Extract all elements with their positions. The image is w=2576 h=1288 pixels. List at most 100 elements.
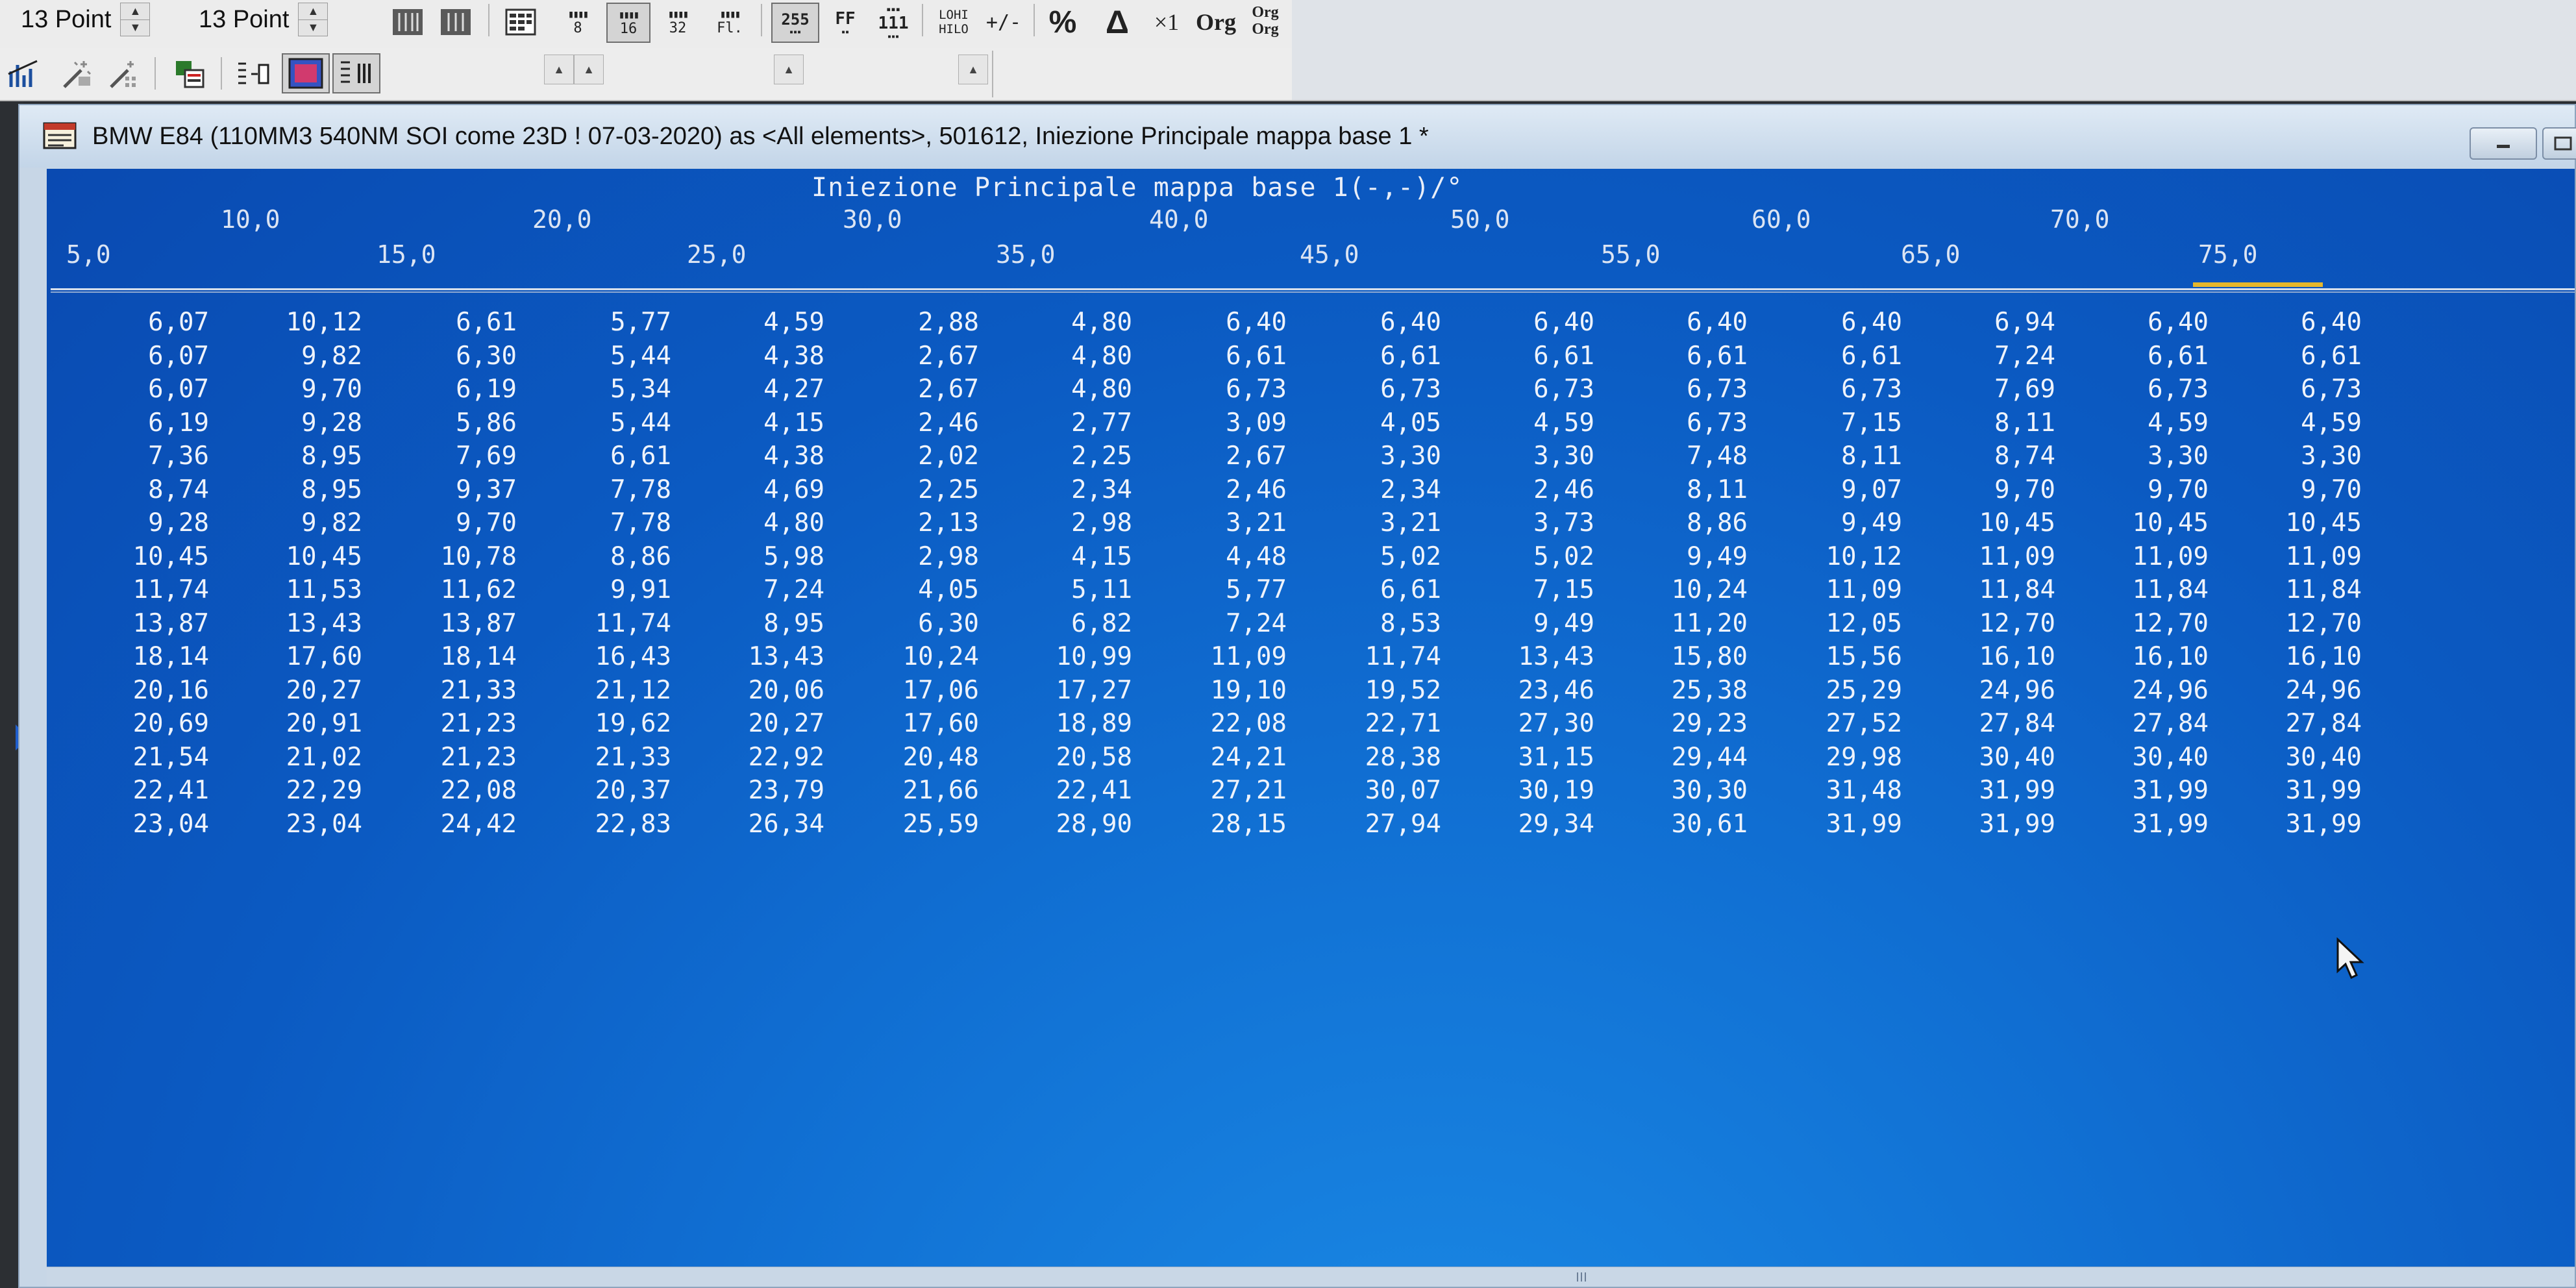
map-cell[interactable]: 10,45 xyxy=(105,542,209,571)
map-cell[interactable]: 11,09 xyxy=(1951,542,2055,571)
map-cell[interactable]: 28,90 xyxy=(1028,810,1132,839)
map-cell[interactable]: 23,04 xyxy=(105,810,209,839)
bit32-button[interactable]: ▮▮▮▮ 32 xyxy=(657,3,699,42)
map-cell[interactable]: 9,49 xyxy=(1798,508,1902,538)
map-cell[interactable]: 4,48 xyxy=(1183,542,1287,571)
map-cell[interactable]: 6,94 xyxy=(1951,308,2055,337)
map-cell[interactable]: 8,86 xyxy=(567,542,671,571)
map-cell[interactable]: 6,73 xyxy=(1491,375,1594,404)
map-cell[interactable]: 7,48 xyxy=(1644,441,1748,471)
map-cell[interactable]: 9,70 xyxy=(1951,475,2055,504)
map-cell[interactable]: 23,46 xyxy=(1491,676,1594,705)
column-view-icon[interactable] xyxy=(332,53,380,93)
map-cell[interactable]: 6,19 xyxy=(413,375,517,404)
map-cell[interactable]: 31,99 xyxy=(1951,810,2055,839)
map-cell[interactable]: 8,11 xyxy=(1644,475,1748,504)
map-cell[interactable]: 6,40 xyxy=(2258,308,2362,337)
map-cell[interactable]: 11,53 xyxy=(258,575,362,604)
map-cell[interactable]: 11,09 xyxy=(2105,542,2209,571)
map-cell[interactable]: 8,11 xyxy=(1951,408,2055,438)
map-cell[interactable]: 30,40 xyxy=(1951,743,2055,772)
map-cell[interactable]: 8,95 xyxy=(721,609,824,638)
map-cell[interactable]: 9,37 xyxy=(413,475,517,504)
map-cell[interactable]: 29,44 xyxy=(1644,743,1748,772)
map-cell[interactable]: 18,14 xyxy=(413,642,517,671)
map-cell[interactable]: 11,20 xyxy=(1644,609,1748,638)
map-cell[interactable]: 29,98 xyxy=(1798,743,1902,772)
map-cell[interactable]: 16,43 xyxy=(567,642,671,671)
grid-view-icon[interactable] xyxy=(388,3,427,42)
bit8-button[interactable]: ▮▮▮▮ 8 xyxy=(557,3,599,42)
map-cell[interactable]: 6,73 xyxy=(1644,408,1748,438)
hex-button[interactable]: FF ▪▪ xyxy=(824,3,866,42)
map-cell[interactable]: 3,21 xyxy=(1183,508,1287,538)
map-cell[interactable]: 15,80 xyxy=(1644,642,1748,671)
map-cell[interactable]: 27,84 xyxy=(1951,709,2055,738)
map-cell[interactable]: 21,33 xyxy=(413,676,517,705)
map-cell[interactable]: 10,45 xyxy=(2105,508,2209,538)
map-cell[interactable]: 7,69 xyxy=(1951,375,2055,404)
map-cell[interactable]: 3,30 xyxy=(2105,441,2209,471)
map-cell[interactable]: 22,08 xyxy=(413,776,517,805)
map-cell[interactable]: 19,10 xyxy=(1183,676,1287,705)
map-cell[interactable]: 20,27 xyxy=(258,676,362,705)
map-cell[interactable]: 30,30 xyxy=(1644,776,1748,805)
map-cell[interactable]: 12,05 xyxy=(1798,609,1902,638)
map-cell[interactable]: 6,82 xyxy=(1028,609,1132,638)
map-cell[interactable]: 30,19 xyxy=(1491,776,1594,805)
magic-wand-icon[interactable] xyxy=(56,55,96,93)
map-cell[interactable]: 9,82 xyxy=(258,341,362,371)
map-cell[interactable]: 21,54 xyxy=(105,743,209,772)
map-cell[interactable]: 3,21 xyxy=(1337,508,1441,538)
factor-button[interactable]: ×1 xyxy=(1146,3,1187,42)
map-cell[interactable]: 30,07 xyxy=(1337,776,1441,805)
map-cell[interactable]: 7,69 xyxy=(413,441,517,471)
map-cell[interactable]: 3,09 xyxy=(1183,408,1287,438)
map-cell[interactable]: 6,61 xyxy=(1798,341,1902,371)
map-cell[interactable]: 21,23 xyxy=(413,743,517,772)
map-cell[interactable]: 2,25 xyxy=(875,475,979,504)
minimize-button[interactable] xyxy=(2470,127,2537,160)
map-cell[interactable]: 9,49 xyxy=(1491,609,1594,638)
map-cell[interactable]: 8,95 xyxy=(258,441,362,471)
map-cell[interactable]: 27,21 xyxy=(1183,776,1287,805)
map-cell[interactable]: 4,38 xyxy=(721,341,824,371)
split-view-icon[interactable] xyxy=(436,3,475,42)
map-cell[interactable]: 7,78 xyxy=(567,508,671,538)
map-cell[interactable]: 4,05 xyxy=(1337,408,1441,438)
map-cell[interactable]: 31,15 xyxy=(1491,743,1594,772)
map-cell[interactable]: 24,21 xyxy=(1183,743,1287,772)
import-export-icon[interactable] xyxy=(170,55,210,93)
map-cell[interactable]: 22,41 xyxy=(105,776,209,805)
map-cell[interactable]: 16,10 xyxy=(2258,642,2362,671)
map-cell[interactable]: 2,34 xyxy=(1028,475,1132,504)
map-cell[interactable]: 25,38 xyxy=(1644,676,1748,705)
map-cell[interactable]: 13,43 xyxy=(258,609,362,638)
map-cell[interactable]: 3,30 xyxy=(2258,441,2362,471)
map-cell[interactable]: 5,98 xyxy=(721,542,824,571)
map-cell[interactable]: 20,48 xyxy=(875,743,979,772)
map-cell[interactable]: 4,38 xyxy=(721,441,824,471)
map-cell[interactable]: 31,99 xyxy=(2258,810,2362,839)
map-cell[interactable]: 2,46 xyxy=(1491,475,1594,504)
map-cell[interactable]: 6,19 xyxy=(105,408,209,438)
map-cell[interactable]: 2,13 xyxy=(875,508,979,538)
delta-button[interactable]: Δ xyxy=(1097,3,1137,42)
map-cell[interactable]: 29,23 xyxy=(1644,709,1748,738)
map-cell[interactable]: 25,59 xyxy=(875,810,979,839)
map-cell[interactable]: 11,74 xyxy=(567,609,671,638)
map-cell[interactable]: 7,24 xyxy=(1951,341,2055,371)
map-cell[interactable]: 6,40 xyxy=(1798,308,1902,337)
map-cell[interactable]: 3,73 xyxy=(1491,508,1594,538)
map-cell[interactable]: 11,84 xyxy=(1951,575,2055,604)
map-cell[interactable]: 6,40 xyxy=(2105,308,2209,337)
map-cell[interactable]: 7,24 xyxy=(721,575,824,604)
map-cell[interactable]: 5,02 xyxy=(1491,542,1594,571)
map-cell[interactable]: 31,99 xyxy=(2105,810,2209,839)
chart-icon[interactable] xyxy=(4,55,44,93)
map-cell[interactable]: 10,45 xyxy=(1951,508,2055,538)
map-cell[interactable]: 4,59 xyxy=(1491,408,1594,438)
map-cell[interactable]: 15,56 xyxy=(1798,642,1902,671)
map-cell[interactable]: 6,40 xyxy=(1491,308,1594,337)
map-cell[interactable]: 31,48 xyxy=(1798,776,1902,805)
